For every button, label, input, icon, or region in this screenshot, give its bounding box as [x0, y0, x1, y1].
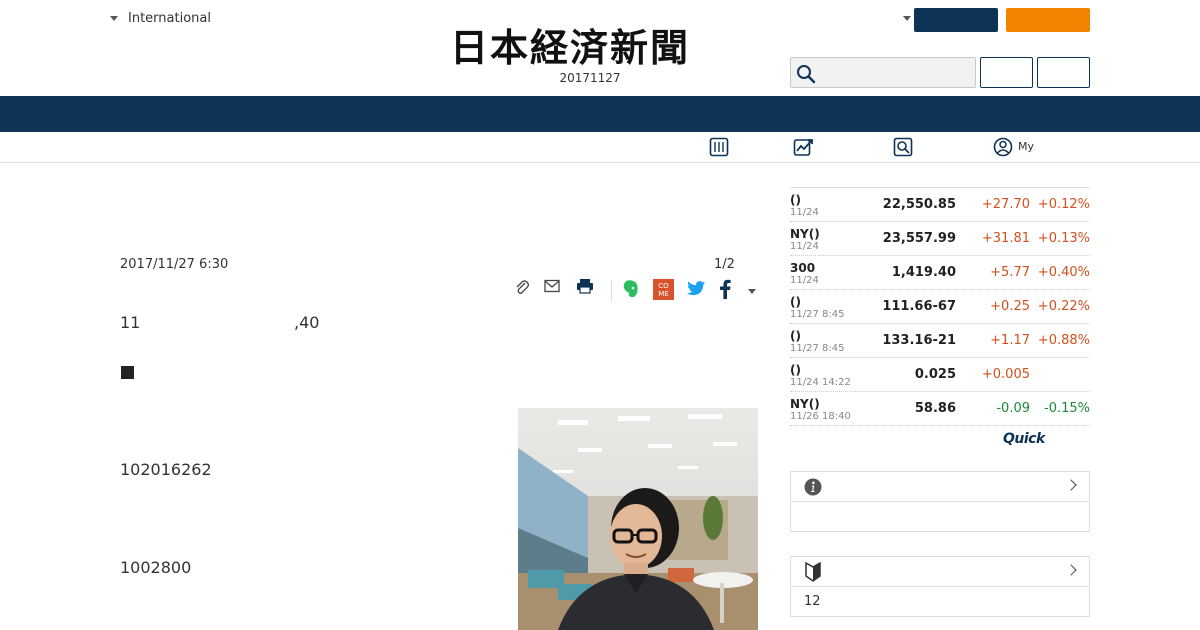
beginner-box[interactable]: 12	[790, 556, 1090, 617]
market-data-table: () 11/24 22,550.85 +27.70 +0.12% NY() 11/24 23,…	[790, 187, 1090, 426]
facebook-icon[interactable]	[718, 279, 732, 299]
market-row[interactable]: NY() 11/26 18:40 58.86 -0.09 -0.15%	[790, 392, 1090, 426]
market-change-percent: +0.88%	[1037, 333, 1090, 348]
search-icon	[797, 65, 816, 84]
beginner-mark-icon	[805, 562, 821, 582]
market-value: 133.16-21	[882, 333, 956, 348]
market-change: +27.70	[981, 197, 1030, 212]
header-orange-button[interactable]	[1006, 8, 1090, 32]
market-change: +31.81	[981, 231, 1030, 246]
share-toolbar: CO ME	[512, 278, 762, 304]
user-icon[interactable]	[993, 137, 1013, 157]
caret-down-icon[interactable]	[903, 16, 911, 21]
header-outline-button-2[interactable]	[1037, 57, 1090, 88]
market-change-percent: +0.40%	[1037, 265, 1090, 280]
info-box[interactable]	[790, 471, 1090, 532]
market-change: +0.25	[990, 299, 1030, 314]
person-office-photo	[518, 408, 758, 630]
market-value: 23,557.99	[882, 231, 956, 246]
market-value: 58.86	[914, 401, 956, 416]
market-value: 1,419.40	[891, 265, 956, 280]
mail-icon[interactable]	[544, 279, 560, 293]
chart-trend-icon[interactable]	[793, 137, 815, 157]
chevron-right-icon	[1065, 564, 1077, 576]
market-change: +0.005	[981, 367, 1030, 382]
market-row[interactable]: NY() 11/24 23,557.99 +31.81 +0.13%	[790, 222, 1090, 256]
market-time: 11/27 8:45	[790, 309, 845, 320]
market-row[interactable]: 300 11/24 1,419.40 +5.77 +0.40%	[790, 256, 1090, 290]
article-paragraph: 11	[120, 313, 141, 332]
article-date: 2017/11/27 6:30	[120, 257, 229, 272]
market-row[interactable]: () 11/27 8:45 111.66-67 +0.25 +0.22%	[790, 290, 1090, 324]
market-change: +5.77	[990, 265, 1030, 280]
market-name: ()	[790, 363, 801, 377]
article-paragraph: 1002800	[120, 558, 192, 577]
market-row[interactable]: () 11/24 14:22 0.025 +0.005	[790, 358, 1090, 392]
article-photo[interactable]	[518, 408, 758, 630]
market-row[interactable]: () 11/24 22,550.85 +27.70 +0.12%	[790, 188, 1090, 222]
comemo-icon[interactable]: CO ME	[653, 279, 674, 300]
twitter-icon[interactable]	[686, 280, 706, 298]
header-navy-button[interactable]	[914, 8, 998, 32]
header-date: 20171127	[559, 71, 621, 85]
caret-down-icon[interactable]	[748, 289, 756, 294]
info-icon	[804, 478, 822, 496]
market-name: 300	[790, 261, 816, 275]
section-bullet	[121, 366, 134, 379]
market-change-percent: -0.15%	[1044, 401, 1090, 416]
edition-label: International	[128, 11, 211, 26]
market-row[interactable]: () 11/27 8:45 133.16-21 +1.17 +0.88%	[790, 324, 1090, 358]
divider	[611, 280, 612, 302]
chevron-right-icon	[1065, 479, 1077, 491]
market-time: 11/24	[790, 275, 819, 286]
beginner-box-header[interactable]	[791, 557, 1089, 587]
caret-down-icon	[110, 16, 118, 21]
market-name: ()	[790, 193, 801, 207]
market-value: 111.66-67	[882, 299, 956, 314]
market-change: +1.17	[990, 333, 1030, 348]
market-value: 22,550.85	[882, 197, 956, 212]
quick-logo[interactable]: Quick	[1003, 431, 1045, 447]
article-paragraph-fragment: ,40	[294, 313, 320, 332]
main-nav-bar	[0, 96, 1200, 132]
market-name: NY()	[790, 397, 820, 411]
market-time: 11/24 14:22	[790, 377, 851, 388]
market-change-percent: +0.13%	[1037, 231, 1090, 246]
page-indicator: 1/2	[714, 257, 735, 272]
beginner-box-text: 12	[804, 594, 821, 609]
market-name: ()	[790, 329, 801, 343]
info-box-header[interactable]	[791, 472, 1089, 502]
market-change-percent: +0.12%	[1037, 197, 1090, 212]
newspaper-icon[interactable]	[709, 137, 729, 157]
sub-nav: My	[0, 132, 1200, 163]
search-box-icon[interactable]	[893, 137, 913, 157]
market-time: 11/24	[790, 207, 819, 218]
market-name: NY()	[790, 227, 820, 241]
edition-selector[interactable]: International	[110, 11, 211, 26]
market-time: 11/27 8:45	[790, 343, 845, 354]
print-icon[interactable]	[576, 278, 594, 294]
market-change: -0.09	[996, 401, 1030, 416]
market-name: ()	[790, 295, 801, 309]
article-paragraph: 102016262	[120, 460, 212, 479]
logo-text: 日本経済新聞	[450, 25, 691, 70]
header-outline-button-1[interactable]	[980, 57, 1033, 88]
search-input[interactable]	[790, 57, 976, 88]
paperclip-icon[interactable]	[514, 279, 530, 295]
evernote-icon[interactable]	[622, 279, 640, 299]
my-page-label[interactable]: My	[1018, 140, 1034, 153]
market-time: 11/26 18:40	[790, 411, 851, 422]
market-value: 0.025	[914, 367, 956, 382]
site-logo[interactable]: 日本経済新聞	[450, 26, 750, 70]
market-time: 11/24	[790, 241, 819, 252]
market-change-percent: +0.22%	[1037, 299, 1090, 314]
svg-text:CO: CO	[658, 282, 669, 290]
svg-text:ME: ME	[658, 290, 668, 298]
